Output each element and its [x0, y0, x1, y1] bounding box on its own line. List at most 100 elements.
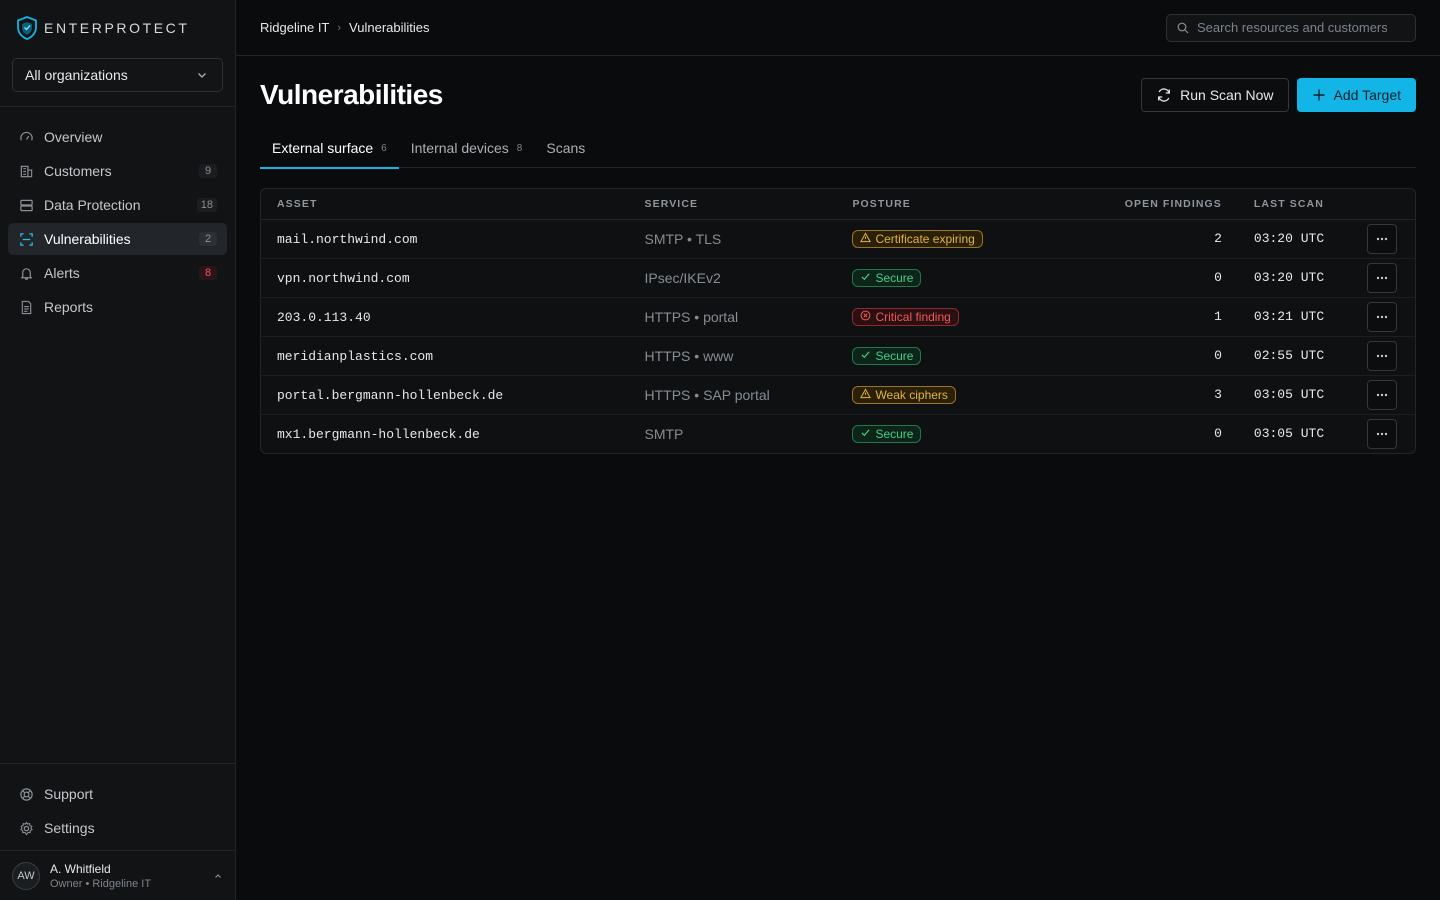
asset-name[interactable]: vpn.northwind.com — [277, 271, 410, 286]
table-row[interactable]: portal.bergmann-hollenbeck.de HTTPS • SA… — [261, 375, 1415, 415]
row-menu-button[interactable] — [1367, 379, 1398, 410]
last-scan-cell: 03:05 UTC — [1253, 426, 1325, 442]
targets-table: ASSET SERVICE POSTURE OPEN FINDINGS LAST… — [261, 189, 1415, 453]
more-horizontal-icon — [1376, 237, 1388, 240]
org-selector-value: All organizations — [25, 67, 128, 83]
page-actions: Run Scan Now Add Target — [1141, 78, 1416, 112]
asset-cell: mx1.bergmann-hollenbeck.de — [261, 414, 629, 453]
nav-count-badge: 18 — [196, 198, 217, 212]
row-menu-button[interactable] — [1367, 223, 1398, 254]
header-last-scan[interactable]: LAST SCAN — [1237, 189, 1352, 220]
search-input[interactable] — [1197, 20, 1387, 35]
tab-external-surface[interactable]: External surface 6 — [260, 128, 399, 169]
open-findings-cell: 2 — [1073, 219, 1238, 259]
sidebar-item-label: Alerts — [44, 265, 80, 281]
check-icon — [860, 427, 871, 441]
tab-scans[interactable]: Scans — [534, 128, 597, 168]
scan-icon — [18, 231, 34, 247]
posture-cell: Secure — [836, 336, 1074, 376]
posture-cell: Weak ciphers — [836, 375, 1074, 415]
posture-label: Secure — [875, 270, 914, 285]
add-target-label: Add Target — [1333, 87, 1401, 103]
posture-label: Secure — [875, 348, 914, 363]
row-menu-button[interactable] — [1367, 340, 1398, 371]
run-scan-button[interactable]: Run Scan Now — [1141, 78, 1289, 112]
table-header-row: ASSET SERVICE POSTURE OPEN FINDINGS LAST… — [261, 189, 1415, 220]
sidebar-item-label: Vulnerabilities — [44, 231, 131, 247]
gear-icon — [18, 820, 34, 836]
building-icon — [18, 163, 34, 179]
warning-triangle-icon — [860, 387, 872, 402]
service-cell: HTTPS • SAP portal — [628, 375, 837, 415]
asset-cell: mail.northwind.com — [261, 219, 629, 259]
tab-count: 6 — [381, 142, 387, 154]
table-row[interactable]: mx1.bergmann-hollenbeck.de SMTP Secure 0… — [261, 414, 1415, 453]
header-asset[interactable]: ASSET — [261, 189, 629, 220]
tab-label: Internal devices — [410, 140, 509, 156]
sidebar-item-alerts[interactable]: Alerts 8 — [8, 257, 227, 289]
sidebar-item-support[interactable]: Support — [8, 778, 227, 810]
brand[interactable]: ENTERPROTECT — [0, 0, 235, 56]
sidebar-item-data-protection[interactable]: Data Protection 18 — [8, 189, 227, 221]
posture-badge: Secure — [852, 424, 922, 443]
asset-name[interactable]: 203.0.113.40 — [277, 310, 371, 325]
row-actions-cell — [1351, 375, 1415, 415]
add-target-button[interactable]: Add Target — [1296, 78, 1416, 112]
sidebar-item-reports[interactable]: Reports — [8, 291, 227, 323]
sidebar-item-vulnerabilities[interactable]: Vulnerabilities 2 — [8, 223, 227, 255]
open-findings-cell: 0 — [1214, 426, 1222, 442]
sidebar-item-label: Data Protection — [44, 197, 141, 213]
table-row[interactable]: 203.0.113.40 HTTPS • portal Critical fin… — [261, 297, 1415, 337]
chevron-down-icon — [198, 73, 206, 78]
lifebuoy-icon — [18, 786, 34, 802]
breadcrumb-parent[interactable]: Ridgeline IT — [260, 20, 329, 35]
asset-name[interactable]: mail.northwind.com — [277, 232, 417, 247]
table-row[interactable]: meridianplastics.com HTTPS • www Secure … — [261, 336, 1415, 376]
row-menu-button[interactable] — [1367, 301, 1398, 332]
sidebar-item-settings[interactable]: Settings — [8, 812, 227, 844]
header-open-findings[interactable]: OPEN FINDINGS — [1073, 189, 1238, 220]
bottom-nav: Support Settings — [0, 763, 235, 850]
nav-count-badge: 2 — [199, 232, 217, 246]
table-row[interactable]: mail.northwind.com SMTP • TLS Certificat… — [261, 219, 1415, 259]
sidebar-item-label: Customers — [44, 163, 112, 179]
last-scan-cell: 03:21 UTC — [1237, 297, 1352, 337]
topbar: Ridgeline IT › Vulnerabilities — [236, 0, 1440, 56]
asset-cell: 203.0.113.40 — [261, 297, 629, 337]
row-menu-button[interactable] — [1367, 262, 1398, 293]
asset-cell: vpn.northwind.com — [261, 258, 629, 298]
chevron-right-icon: › — [337, 21, 342, 34]
asset-name[interactable]: portal.bergmann-hollenbeck.de — [277, 388, 503, 403]
page-title: Vulnerabilities — [260, 79, 443, 110]
sidebar-item-overview[interactable]: Overview — [8, 121, 227, 153]
asset-cell: meridianplastics.com — [261, 336, 629, 376]
tab-internal-devices[interactable]: Internal devices 8 — [399, 128, 535, 168]
gauge-icon — [18, 129, 34, 145]
refresh-icon — [1158, 88, 1171, 102]
asset-name[interactable]: meridianplastics.com — [277, 349, 433, 364]
table-row[interactable]: vpn.northwind.com IPsec/IKEv2 Secure 0 0… — [261, 258, 1415, 298]
posture-label: Critical finding — [875, 309, 951, 324]
last-scan-cell: 03:20 UTC — [1237, 258, 1352, 298]
org-selector[interactable]: All organizations — [12, 58, 223, 92]
row-actions-cell — [1351, 414, 1415, 453]
sidebar-item-label: Support — [44, 786, 94, 802]
posture-badge: Weak ciphers — [852, 385, 956, 404]
header-posture[interactable]: POSTURE — [836, 189, 1074, 220]
last-scan-cell: 03:05 UTC — [1237, 375, 1352, 415]
asset-name[interactable]: mx1.bergmann-hollenbeck.de — [277, 427, 480, 442]
row-actions-cell — [1351, 297, 1415, 337]
document-icon — [18, 299, 34, 315]
chevron-up-icon — [215, 873, 221, 878]
breadcrumb: Ridgeline IT › Vulnerabilities — [260, 20, 430, 35]
bell-icon — [18, 265, 34, 281]
sidebar-item-customers[interactable]: Customers 9 — [8, 155, 227, 187]
row-menu-button[interactable] — [1367, 418, 1398, 449]
service-cell: HTTPS • portal — [628, 297, 837, 337]
more-horizontal-icon — [1376, 276, 1388, 279]
open-findings-cell: 1 — [1073, 297, 1238, 337]
search-icon — [1177, 22, 1189, 33]
user-menu[interactable]: AW A. Whitfield Owner • Ridgeline IT — [0, 850, 235, 900]
plus-icon — [1313, 89, 1325, 101]
header-service[interactable]: SERVICE — [628, 189, 837, 220]
